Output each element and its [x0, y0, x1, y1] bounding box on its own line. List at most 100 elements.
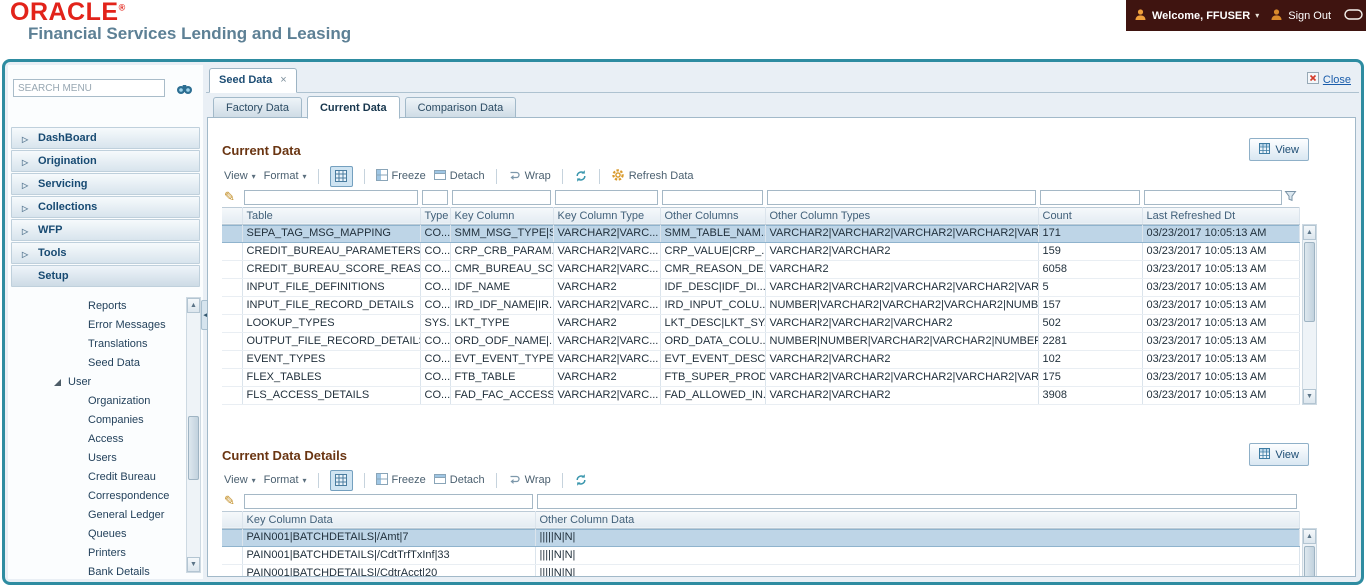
cell[interactable]: VARCHAR2|VARC...	[553, 332, 660, 350]
cell[interactable]: PAIN001|BATCHDETAILS|/Amt|7	[242, 528, 535, 546]
tree-item-access[interactable]: Access	[10, 430, 186, 449]
cell[interactable]: VARCHAR2|VARC...	[553, 260, 660, 278]
cell[interactable]: VARCHAR2	[553, 278, 660, 296]
table-row[interactable]: PAIN001|BATCHDETAILS|/Amt|7|||||N|N|	[222, 528, 1299, 546]
cell[interactable]: EVT_EVENT_TYPE_...	[450, 350, 553, 368]
cell[interactable]: EVENT_TYPES	[242, 350, 420, 368]
tree-item-credit-bureau[interactable]: Credit Bureau	[10, 468, 186, 487]
sidebar-item-tools[interactable]: ▷Tools	[11, 242, 200, 264]
scroll-up-icon[interactable]: ▲	[1303, 529, 1316, 544]
cell[interactable]: VARCHAR2|VARCHAR2	[765, 386, 1038, 404]
table-row[interactable]: EVENT_TYPESCO...EVT_EVENT_TYPE_...VARCHA…	[222, 350, 1299, 368]
cell[interactable]: FLEX_TABLES	[242, 368, 420, 386]
cell[interactable]: LOOKUP_TYPES	[242, 314, 420, 332]
column-header[interactable]: Other Column Types	[765, 207, 1038, 224]
column-header[interactable]: Other Columns	[660, 207, 765, 224]
column-header[interactable]: Key Column	[450, 207, 553, 224]
filter-input-key-column[interactable]	[452, 190, 551, 205]
tab-seed-data[interactable]: Seed Data×	[209, 68, 297, 93]
cell[interactable]: 6058	[1038, 260, 1142, 278]
filter-input-other-column-types[interactable]	[767, 190, 1036, 205]
cell[interactable]: 03/23/2017 10:05:13 AM	[1142, 368, 1299, 386]
cell[interactable]: PAIN001|BATCHDETAILS|/CdtrAcct|20	[242, 564, 535, 577]
cell[interactable]: |||||N|N|	[535, 528, 1299, 546]
column-header[interactable]: Key Column Type	[553, 207, 660, 224]
freeze-button[interactable]: Freeze	[376, 473, 426, 488]
close-control[interactable]: Close	[1307, 72, 1351, 87]
cell[interactable]: 03/23/2017 10:05:13 AM	[1142, 296, 1299, 314]
cell[interactable]: INPUT_FILE_DEFINITIONS	[242, 278, 420, 296]
cell[interactable]: CO...	[420, 332, 450, 350]
table-row[interactable]: INPUT_FILE_RECORD_DETAILSCO...IRD_IDF_NA…	[222, 296, 1299, 314]
cell[interactable]: 157	[1038, 296, 1142, 314]
table-row[interactable]: INPUT_FILE_DEFINITIONSCO...IDF_NAMEVARCH…	[222, 278, 1299, 296]
cell[interactable]: 03/23/2017 10:05:13 AM	[1142, 386, 1299, 404]
freeze-button[interactable]: Freeze	[376, 169, 426, 184]
sidebar-item-setup[interactable]: Setup	[11, 265, 200, 287]
cell[interactable]: EVT_EVENT_DESC|...	[660, 350, 765, 368]
cell[interactable]: FTB_SUPER_PROD...	[660, 368, 765, 386]
table-row[interactable]: PAIN001|BATCHDETAILS|/CdtrAcct|20|||||N|…	[222, 564, 1299, 577]
details-view-button[interactable]: View	[1249, 443, 1309, 466]
filter-input-key-column-data[interactable]	[244, 494, 533, 509]
cell[interactable]: CO...	[420, 260, 450, 278]
cell[interactable]: CO...	[420, 224, 450, 242]
sidebar-item-collections[interactable]: ▷Collections	[11, 196, 200, 218]
tree-item-organization[interactable]: Organization	[10, 392, 186, 411]
cell[interactable]: SEPA_TAG_MSG_MAPPING	[242, 224, 420, 242]
cell[interactable]: ORD_ODF_NAME|...	[450, 332, 553, 350]
cell[interactable]: 175	[1038, 368, 1142, 386]
session-icon[interactable]	[1344, 9, 1363, 23]
table-row[interactable]: CREDIT_BUREAU_SCORE_REAS...CO...CMR_BURE…	[222, 260, 1299, 278]
tab-comparison-data[interactable]: Comparison Data	[405, 97, 517, 118]
tree-item-correspondence[interactable]: Correspondence	[10, 487, 186, 506]
detach-button[interactable]: Detach	[434, 169, 485, 184]
cell[interactable]: 03/23/2017 10:05:13 AM	[1142, 278, 1299, 296]
filter-funnel-icon[interactable]	[1284, 190, 1297, 205]
cell[interactable]: VARCHAR2|VARC...	[553, 224, 660, 242]
tree-item-general-ledger[interactable]: General Ledger	[10, 506, 186, 525]
view-menu-button[interactable]: View▾	[224, 170, 256, 182]
sidebar-item-dashboard[interactable]: ▷DashBoard	[11, 127, 200, 149]
tab-factory-data[interactable]: Factory Data	[213, 97, 302, 118]
cell[interactable]: 03/23/2017 10:05:13 AM	[1142, 332, 1299, 350]
cell[interactable]: CO...	[420, 368, 450, 386]
tree-item-seed-data[interactable]: Seed Data	[10, 354, 186, 373]
search-binoculars-icon[interactable]	[176, 82, 193, 98]
cell[interactable]: 159	[1038, 242, 1142, 260]
detach-button[interactable]: Detach	[434, 473, 485, 488]
tab-current-data[interactable]: Current Data	[307, 96, 400, 119]
cell[interactable]: CO...	[420, 296, 450, 314]
cell[interactable]: IDF_DESC|IDF_DI...	[660, 278, 765, 296]
cell[interactable]: CREDIT_BUREAU_SCORE_REAS...	[242, 260, 420, 278]
table-row[interactable]: LOOKUP_TYPESSYS...LKT_TYPEVARCHAR2LKT_DE…	[222, 314, 1299, 332]
scrollbar-thumb[interactable]	[1304, 242, 1315, 322]
close-link[interactable]: Close	[1323, 74, 1351, 86]
cell[interactable]: IRD_INPUT_COLU...	[660, 296, 765, 314]
welcome-caret-icon[interactable]: ▾	[1255, 11, 1259, 20]
cell[interactable]: 2281	[1038, 332, 1142, 350]
column-header[interactable]: Count	[1038, 207, 1142, 224]
filter-input-table[interactable]	[244, 190, 418, 205]
scrollbar-thumb[interactable]	[1304, 546, 1315, 577]
tree-item-users[interactable]: Users	[10, 449, 186, 468]
tree-item-queues[interactable]: Queues	[10, 525, 186, 544]
cell[interactable]: CMR_BUREAU_SC...	[450, 260, 553, 278]
column-header[interactable]: Last Refreshed Dt	[1142, 207, 1299, 224]
table-grid-icon[interactable]	[330, 166, 353, 187]
cell[interactable]: OUTPUT_FILE_RECORD_DETAILS	[242, 332, 420, 350]
cell[interactable]: CRP_VALUE|CRP_...	[660, 242, 765, 260]
cell[interactable]: INPUT_FILE_RECORD_DETAILS	[242, 296, 420, 314]
cell[interactable]: IDF_NAME	[450, 278, 553, 296]
cell[interactable]: CMR_REASON_DE...	[660, 260, 765, 278]
filter-input-other-column-data[interactable]	[537, 494, 1297, 509]
filter-input-count[interactable]	[1040, 190, 1140, 205]
table-row[interactable]: CREDIT_BUREAU_PARAMETERSCO...CRP_CRB_PAR…	[222, 242, 1299, 260]
cell[interactable]: IRD_IDF_NAME|IR...	[450, 296, 553, 314]
column-header[interactable]: Table	[242, 207, 420, 224]
cell[interactable]: CREDIT_BUREAU_PARAMETERS	[242, 242, 420, 260]
cell[interactable]: CO...	[420, 386, 450, 404]
cell[interactable]: FTB_TABLE	[450, 368, 553, 386]
filter-input-key-column-type[interactable]	[555, 190, 658, 205]
filter-input-type[interactable]	[422, 190, 448, 205]
